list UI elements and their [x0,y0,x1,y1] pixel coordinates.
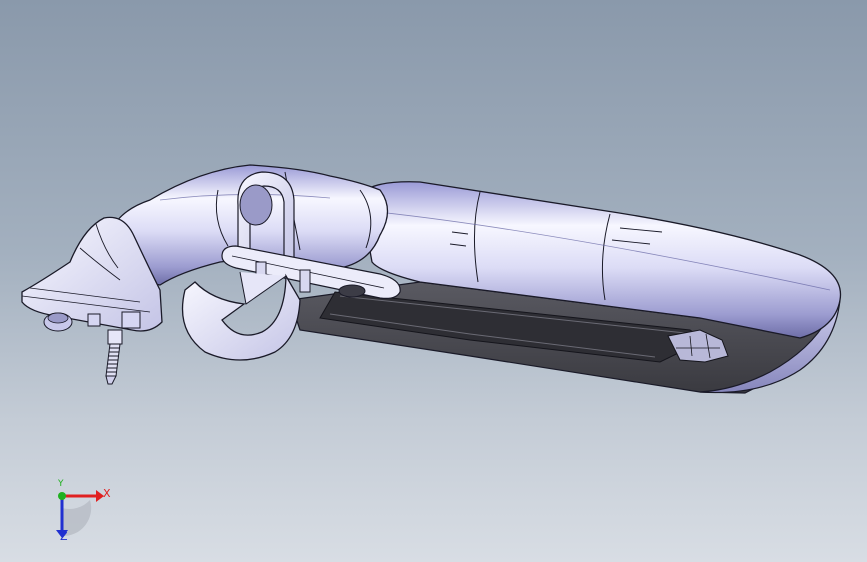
plate-hole [338,284,366,298]
hook-clip[interactable] [181,271,301,361]
y-axis-label: Y [58,479,64,489]
x-axis-label: X [103,487,111,500]
cad-model-handle-assembly[interactable] [0,0,867,562]
orientation-triad: X Y Z [40,478,120,548]
graphics-viewport[interactable]: X Y Z [0,0,867,562]
y-axis-dot [58,492,66,500]
threaded-screw[interactable] [105,329,123,385]
z-axis-label: Z [60,530,68,543]
